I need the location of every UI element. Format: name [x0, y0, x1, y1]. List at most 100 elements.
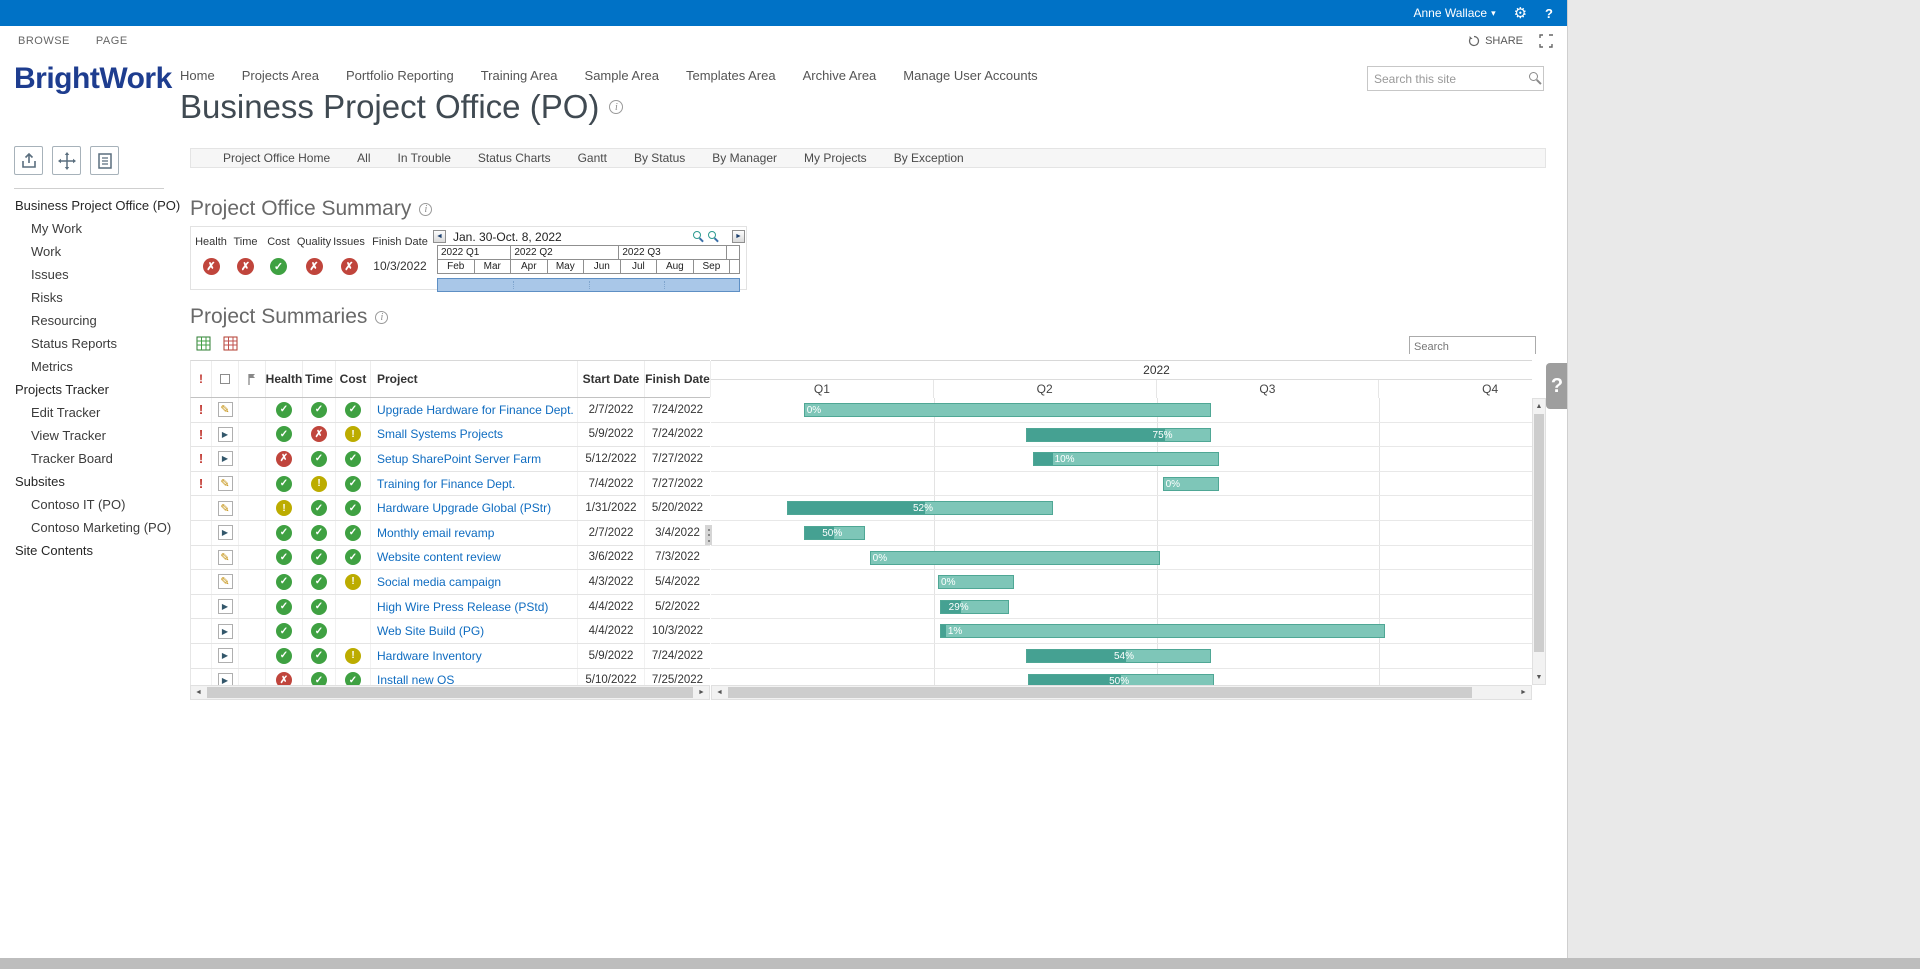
sidebar-item[interactable]: View Tracker	[0, 424, 182, 447]
share-button[interactable]: SHARE	[1468, 35, 1523, 47]
gantt-bar[interactable]: 50%	[804, 526, 865, 540]
gantt-bar[interactable]: 52%	[787, 501, 1053, 515]
gantt-bar[interactable]: 54%	[1026, 649, 1212, 663]
flag-cell[interactable]	[239, 472, 266, 496]
play-icon[interactable]: ▶	[218, 525, 233, 540]
play-icon[interactable]: ▶	[218, 599, 233, 614]
top-nav-item[interactable]: Portfolio Reporting	[346, 68, 454, 83]
gantt-bar[interactable]: 0%	[870, 551, 1160, 565]
column-header-checkbox-icon[interactable]	[212, 361, 239, 397]
scroll-right-icon[interactable]	[1516, 686, 1531, 699]
sidebar-item[interactable]: Work	[0, 240, 182, 263]
top-nav-item[interactable]: Home	[180, 68, 215, 83]
table-row[interactable]: !▶✓✗!Small Systems Projects5/9/20227/24/…	[191, 423, 710, 448]
help-tab[interactable]: ?	[1546, 363, 1568, 409]
project-link[interactable]: Upgrade Hardware for Finance Dept.	[377, 403, 574, 417]
gantt-bar[interactable]: 1%	[940, 624, 1384, 638]
view-tab[interactable]: Project Office Home	[223, 151, 330, 165]
scrollbar-thumb[interactable]	[728, 687, 1472, 698]
ribbon-tab-page[interactable]: PAGE	[96, 35, 128, 47]
table-row[interactable]: ▶✓✓Web Site Build (PG)4/4/202210/3/2022	[191, 619, 710, 644]
column-header-health[interactable]: Health	[266, 361, 303, 397]
column-header-finish-date[interactable]: Finish Date	[645, 361, 711, 397]
flag-cell[interactable]	[239, 644, 266, 668]
summaries-search-input[interactable]	[1410, 339, 1535, 355]
play-icon[interactable]: ▶	[218, 648, 233, 663]
sidebar-item[interactable]: Contoso IT (PO)	[0, 493, 182, 516]
sidebar-item[interactable]: Metrics	[0, 355, 182, 378]
scroll-left-icon[interactable]	[191, 686, 206, 699]
promote-icon[interactable]	[14, 146, 43, 175]
sidebar-group-label[interactable]: Site Contents	[0, 539, 182, 562]
search-icon[interactable]	[1529, 72, 1542, 85]
gantt-bar[interactable]: 50%	[1028, 674, 1214, 685]
edit-icon[interactable]: ✎	[218, 574, 233, 589]
scroll-right-icon[interactable]	[694, 686, 709, 699]
project-link[interactable]: Training for Finance Dept.	[377, 477, 515, 491]
sidebar-item[interactable]: Resourcing	[0, 309, 182, 332]
gantt-vertical-scrollbar[interactable]	[1532, 398, 1546, 685]
project-link[interactable]: Setup SharePoint Server Farm	[377, 452, 541, 466]
top-nav-item[interactable]: Templates Area	[686, 68, 776, 83]
top-nav-item[interactable]: Projects Area	[242, 68, 319, 83]
gantt-bar[interactable]: 10%	[1033, 452, 1219, 466]
focus-mode-icon[interactable]	[1539, 34, 1553, 48]
flag-cell[interactable]	[239, 496, 266, 520]
view-tab[interactable]: By Manager	[712, 151, 777, 165]
top-nav-item[interactable]: Training Area	[481, 68, 558, 83]
scroll-up-icon[interactable]	[1533, 399, 1545, 413]
view-tab[interactable]: In Trouble	[398, 151, 451, 165]
table-row[interactable]: !▶✗✓✓Setup SharePoint Server Farm5/12/20…	[191, 447, 710, 472]
table-row[interactable]: !✎✓✓✓Upgrade Hardware for Finance Dept.2…	[191, 398, 710, 423]
flag-cell[interactable]	[239, 423, 266, 447]
play-icon[interactable]: ▶	[218, 427, 233, 442]
column-header-start-date[interactable]: Start Date	[578, 361, 645, 397]
edit-icon[interactable]: ✎	[218, 501, 233, 516]
flag-cell[interactable]	[239, 669, 266, 685]
table-row[interactable]: ▶✓✓High Wire Press Release (PStd)4/4/202…	[191, 595, 710, 620]
top-nav-item[interactable]: Archive Area	[803, 68, 877, 83]
scrollbar-thumb[interactable]	[1534, 414, 1544, 652]
zoom-out-icon[interactable]	[708, 231, 719, 242]
flag-cell[interactable]	[239, 619, 266, 643]
play-icon[interactable]: ▶	[218, 624, 233, 639]
sidebar-item[interactable]: Edit Tracker	[0, 401, 182, 424]
flag-cell[interactable]	[239, 447, 266, 471]
user-menu[interactable]: Anne Wallace▾	[1413, 6, 1495, 20]
sidebar-item[interactable]: Tracker Board	[0, 447, 182, 470]
view-tab[interactable]: Gantt	[578, 151, 607, 165]
timeline-prev-button[interactable]	[433, 230, 446, 243]
gantt-horizontal-scrollbar[interactable]	[711, 685, 1532, 700]
view-tab[interactable]: All	[357, 151, 370, 165]
zoom-in-icon[interactable]	[693, 231, 704, 242]
gear-icon[interactable]: ⚙	[1514, 6, 1527, 21]
info-icon[interactable]	[375, 311, 388, 324]
suite-help-icon[interactable]: ?	[1545, 6, 1553, 21]
gantt-bar[interactable]: 75%	[1026, 428, 1212, 442]
table-row[interactable]: ✎!✓✓Hardware Upgrade Global (PStr)1/31/2…	[191, 496, 710, 521]
info-icon[interactable]	[419, 203, 432, 216]
flag-cell[interactable]	[239, 595, 266, 619]
edit-icon[interactable]: ✎	[218, 402, 233, 417]
move-icon[interactable]	[52, 146, 81, 175]
flag-cell[interactable]	[239, 521, 266, 545]
table-horizontal-scrollbar[interactable]	[190, 685, 710, 700]
project-link[interactable]: Install new OS	[377, 673, 454, 685]
table-row[interactable]: !✎✓!✓Training for Finance Dept.7/4/20227…	[191, 472, 710, 497]
ribbon-tab-browse[interactable]: BROWSE	[18, 35, 70, 47]
flag-cell[interactable]	[239, 398, 266, 422]
table-row[interactable]: ✎✓✓!Social media campaign4/3/20225/4/202…	[191, 570, 710, 595]
sidebar-item[interactable]: Issues	[0, 263, 182, 286]
report-export-icon[interactable]	[223, 336, 238, 351]
project-link[interactable]: Hardware Inventory	[377, 649, 482, 663]
info-icon[interactable]	[609, 100, 623, 114]
gantt-bar[interactable]: 0%	[938, 575, 1014, 589]
column-header-cost[interactable]: Cost	[336, 361, 371, 397]
gantt-bar[interactable]: 0%	[804, 403, 1212, 417]
table-row[interactable]: ▶✓✓✓Monthly email revamp2/7/20223/4/2022	[191, 521, 710, 546]
notes-icon[interactable]	[90, 146, 119, 175]
view-tab[interactable]: By Status	[634, 151, 685, 165]
project-link[interactable]: Website content review	[377, 550, 501, 564]
column-header-flag-icon[interactable]	[239, 361, 266, 397]
project-link[interactable]: High Wire Press Release (PStd)	[377, 600, 548, 614]
